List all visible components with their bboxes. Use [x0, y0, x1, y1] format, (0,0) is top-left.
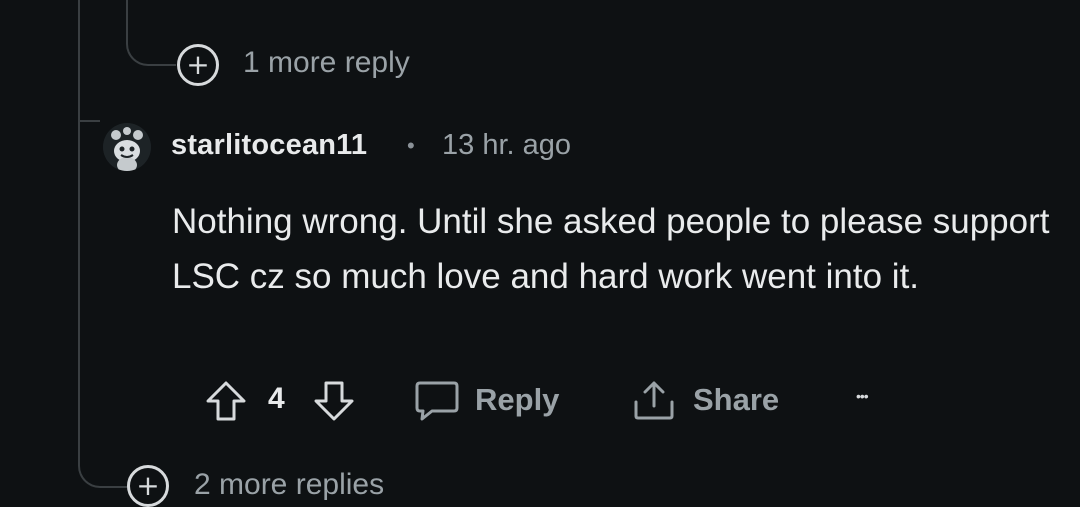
expand-replies-icon[interactable]: + — [177, 44, 219, 86]
share-icon — [634, 381, 674, 420]
vote-count: 4 — [268, 382, 285, 415]
arrow-down-icon — [314, 381, 354, 421]
share-label: Share — [693, 382, 780, 417]
header-separator: • — [407, 133, 415, 158]
comment-timestamp: 13 hr. ago — [442, 129, 571, 161]
comment-connector — [78, 120, 100, 150]
share-button[interactable]: Share — [632, 376, 792, 426]
speech-bubble-icon — [415, 381, 459, 421]
upvote-button[interactable] — [204, 379, 248, 423]
comment-author[interactable]: starlitocean11 — [171, 129, 367, 162]
downvote-button[interactable] — [312, 379, 356, 423]
thread-line-outer — [78, 0, 80, 460]
ellipsis-icon: ••• — [856, 388, 869, 404]
snoo-avatar-icon[interactable] — [103, 123, 151, 171]
more-options-button[interactable]: ••• — [852, 384, 892, 418]
reply-label: Reply — [475, 382, 560, 417]
arrow-up-icon — [206, 381, 246, 421]
expand-replies-icon[interactable]: + — [127, 465, 169, 507]
thread-connector-top — [126, 0, 176, 66]
more-replies-link[interactable]: 1 more reply — [243, 46, 410, 80]
thread-connector-bottom — [78, 440, 128, 488]
comment-body: Nothing wrong. Until she asked people to… — [172, 202, 1050, 296]
reply-button[interactable]: Reply — [414, 376, 574, 426]
more-replies-link[interactable]: 2 more replies — [194, 468, 384, 502]
